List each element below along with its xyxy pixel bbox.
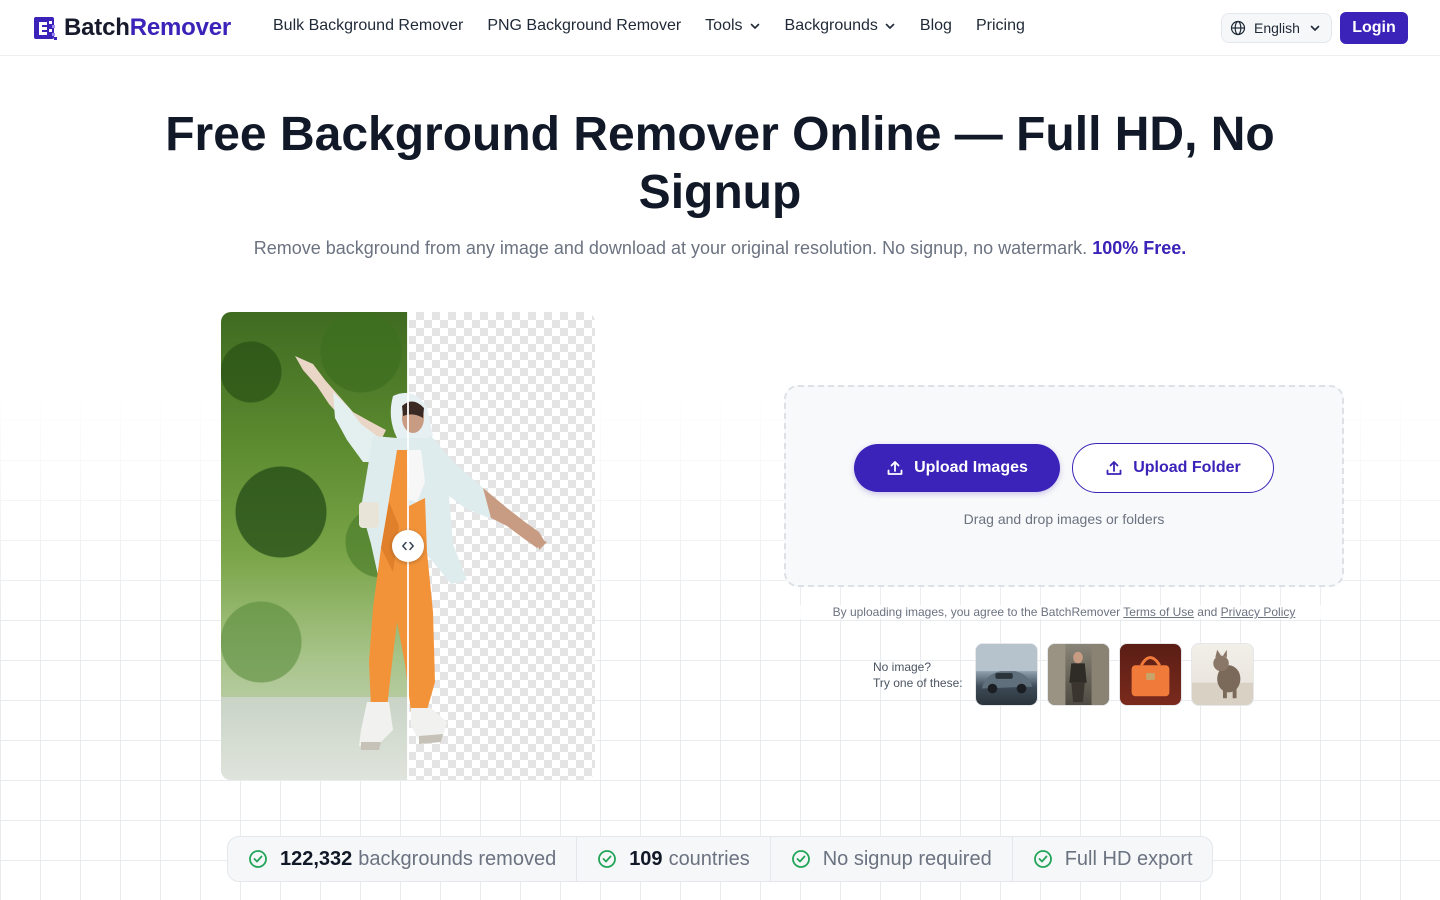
- language-label: English: [1254, 20, 1300, 36]
- page-subtitle: Remove background from any image and dow…: [120, 238, 1320, 259]
- stats-bar: 122,332 backgrounds removed 109 countrie…: [227, 836, 1213, 882]
- privacy-policy-link[interactable]: Privacy Policy: [1221, 605, 1296, 619]
- cat-thumbnail: [1192, 649, 1253, 705]
- stat-backgrounds-removed: 122,332 backgrounds removed: [228, 836, 576, 882]
- stat-countries: 109 countries: [576, 836, 770, 882]
- upload-icon: [887, 461, 903, 475]
- stat-full-hd-export: Full HD export: [1011, 836, 1213, 882]
- sample-image-cat[interactable]: [1191, 643, 1254, 706]
- nav-backgrounds[interactable]: Backgrounds: [785, 17, 896, 35]
- stat-no-signup: No signup required: [769, 836, 1012, 882]
- check-circle-icon: [1033, 850, 1052, 868]
- chevrons-left-right-icon: [402, 541, 414, 551]
- sample-images-label: No image? Try one of these:: [873, 660, 963, 690]
- site-header: BatchRemover Bulk Background Remover PNG…: [0, 0, 1440, 56]
- chevron-down-icon: [1310, 25, 1320, 31]
- nav-bulk-background-remover[interactable]: Bulk Background Remover: [273, 17, 463, 35]
- upload-icon: [1106, 461, 1122, 475]
- before-after-compare[interactable]: [221, 312, 595, 780]
- check-circle-icon: [791, 850, 810, 868]
- globe-icon: [1230, 20, 1246, 36]
- brand-logo[interactable]: BatchRemover: [33, 14, 231, 42]
- page-title: Free Background Remover Online — Full HD…: [165, 108, 1275, 219]
- check-circle-icon: [598, 850, 617, 868]
- compare-slider-handle[interactable]: [392, 530, 424, 562]
- logo-icon: [34, 17, 57, 40]
- terms-notice: By uploading images, you agree to the Ba…: [784, 605, 1344, 619]
- upload-folder-label: Upload Folder: [1133, 459, 1241, 476]
- car-thumbnail: [976, 644, 1037, 694]
- sample-image-car[interactable]: [975, 643, 1038, 706]
- chevron-down-icon: [750, 23, 759, 29]
- terms-of-use-link[interactable]: Terms of Use: [1123, 605, 1194, 619]
- upload-images-label: Upload Images: [914, 459, 1028, 476]
- language-selector[interactable]: English: [1221, 13, 1332, 43]
- nav-blog[interactable]: Blog: [920, 17, 952, 35]
- nav-pricing[interactable]: Pricing: [976, 17, 1025, 35]
- main-nav: Bulk Background Remover PNG Background R…: [273, 17, 1049, 35]
- brand-name: BatchRemover: [64, 14, 232, 41]
- chevron-down-icon: [885, 23, 895, 29]
- check-circle-icon: [249, 850, 267, 868]
- sample-image-woman[interactable]: [1047, 643, 1110, 706]
- drag-drop-hint: Drag and drop images or folders: [963, 511, 1165, 527]
- subtitle-text: Remove background from any image and dow…: [253, 238, 1088, 258]
- upload-folder-button[interactable]: Upload Folder: [1072, 443, 1274, 493]
- upload-images-button[interactable]: Upload Images: [854, 444, 1060, 492]
- woman-thumbnail: [1048, 644, 1109, 705]
- subtitle-highlight: 100% Free.: [1092, 238, 1187, 258]
- nav-tools[interactable]: Tools: [705, 17, 760, 35]
- login-button[interactable]: Login: [1340, 12, 1408, 44]
- sample-image-handbag[interactable]: [1119, 643, 1182, 706]
- handbag-thumbnail: [1131, 656, 1170, 697]
- nav-png-background-remover[interactable]: PNG Background Remover: [487, 17, 681, 35]
